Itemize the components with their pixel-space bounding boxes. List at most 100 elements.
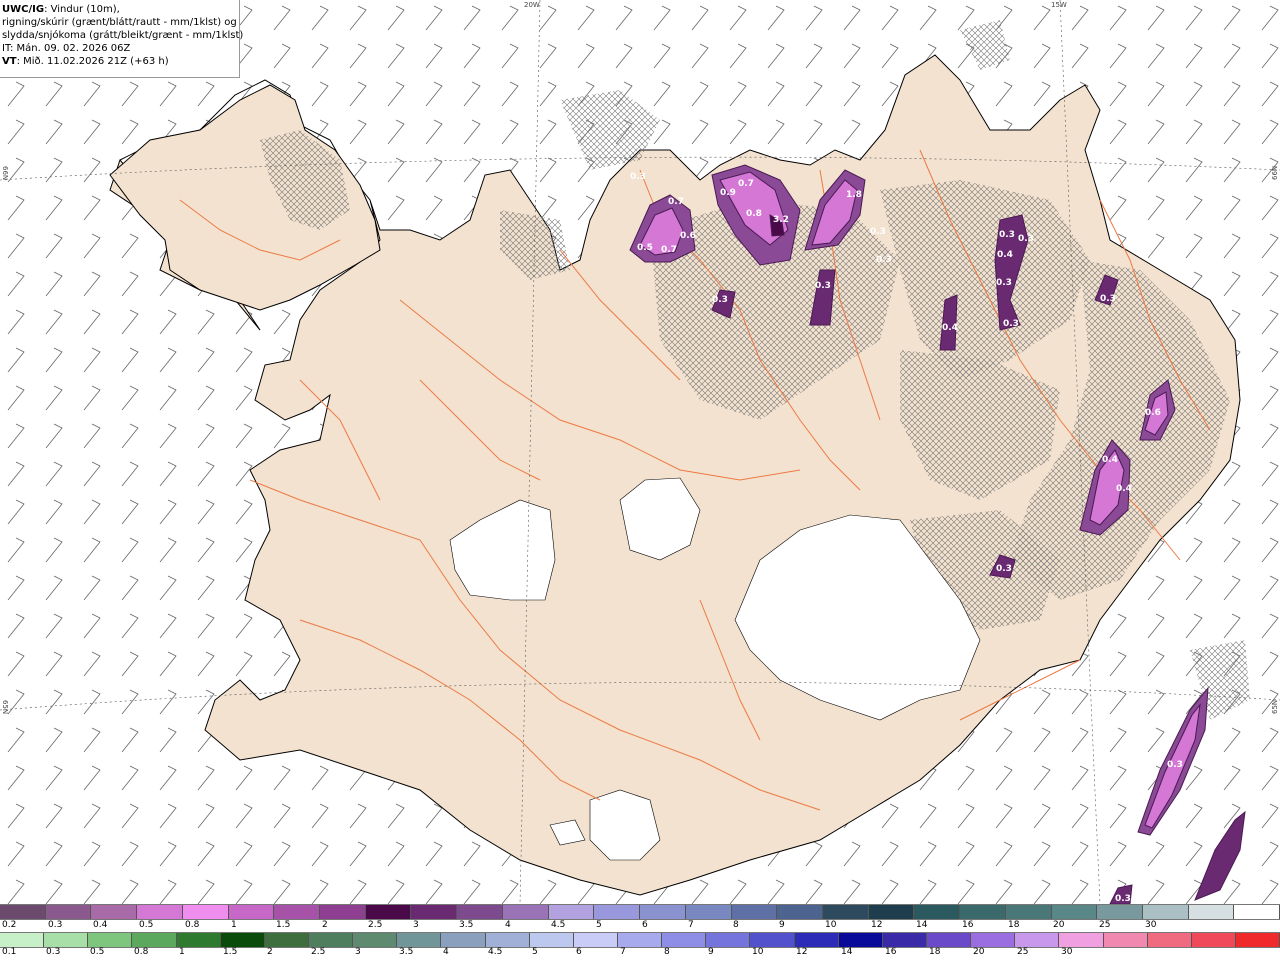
grid-label-65n-right: 65N <box>1271 699 1279 714</box>
colorbar-swatch <box>320 905 366 919</box>
colorbar-tick: 3 <box>355 947 361 957</box>
snow-label: 0.3 <box>712 295 728 305</box>
snow-label: 0.3 <box>1003 319 1019 329</box>
colorbar-swatch <box>1097 905 1143 919</box>
colorbar-tick: 18 <box>1008 920 1020 930</box>
colorbar-swatch <box>750 933 795 947</box>
colorbar-swatch <box>971 933 1016 947</box>
colorbar-swatch <box>0 905 46 919</box>
colorbar-swatch <box>731 905 778 919</box>
colorbar-tick: 16 <box>962 920 974 930</box>
colorbar-swatch <box>914 905 961 919</box>
snow-label: 3.2 <box>773 215 789 225</box>
colorbar-swatch <box>1235 933 1280 947</box>
colorbar-swatch <box>228 905 275 919</box>
colorbar-swatch <box>822 905 869 919</box>
colorbar-tick: 4 <box>505 920 511 930</box>
colorbar-swatch <box>1188 905 1235 919</box>
colorbar-swatch <box>308 933 354 947</box>
snow-colorbar-ticks: 0.2 0.3 0.4 0.5 0.8 1 1.5 2 2.5 3 3.5 4 4.5 5 6 7 8 9 10 12… <box>0 920 1280 932</box>
colorbar-swatch <box>1059 933 1104 947</box>
colorbar-swatch <box>617 933 663 947</box>
colorbar-tick: 0.5 <box>139 920 154 930</box>
colorbar-tick: 3.5 <box>399 947 414 957</box>
colorbar-tick: 7 <box>688 920 694 930</box>
colorbar-tick: 9 <box>779 920 785 930</box>
colorbar-swatch <box>182 905 229 919</box>
colorbar-tick: 12 <box>871 920 883 930</box>
header-line1: : Vindur (10m), <box>44 4 120 15</box>
colorbar-tick: 8 <box>733 920 739 930</box>
grid-label-66n-right: 66N <box>1271 165 1279 180</box>
rain-colorbar-ticks: 0.1 0.3 0.5 0.8 1 1.5 2 2.5 3 3.5 4 4.5 5 6 7 8 9 10 12 14 1… <box>0 947 1280 959</box>
snow-label: 0.5 <box>637 243 653 253</box>
colorbar-tick: 0.2 <box>2 920 17 930</box>
colorbar-tick: 1 <box>231 920 237 930</box>
colorbar-swatch <box>397 933 442 947</box>
colorbar-tick: 4.5 <box>488 947 503 957</box>
snow-label: 0.3 <box>876 255 892 265</box>
grid-label-66n-left: 66N <box>1 166 9 181</box>
colorbar-tick: 18 <box>929 947 941 957</box>
snow-label: 0.3 <box>996 564 1012 574</box>
valid-time: : Mið. 11.02.2026 21Z (+63 h) <box>16 56 169 67</box>
rain-colorbar <box>0 932 1280 948</box>
colorbar-swatch <box>220 933 265 947</box>
colorbar-tick: 0.1 <box>2 947 17 957</box>
snow-label: 0.7 <box>738 179 754 189</box>
colorbar-swatch <box>777 905 823 919</box>
snow-label: 0.3 <box>996 278 1012 288</box>
colorbar-swatch <box>685 905 732 919</box>
legend: 0.2 0.3 0.4 0.5 0.8 1 1.5 2 2.5 3 3.5 4 4.5 5 6 7 8 9 10 12… <box>0 904 1280 960</box>
colorbar-tick: 14 <box>841 947 853 957</box>
colorbar-tick: 4.5 <box>551 920 566 930</box>
colorbar-tick: 16 <box>885 947 897 957</box>
colorbar-swatch <box>411 905 458 919</box>
snow-label: 0.8 <box>746 209 762 219</box>
colorbar-tick: 7 <box>620 947 626 957</box>
colorbar-swatch <box>137 905 183 919</box>
colorbar-tick: 5 <box>596 920 602 930</box>
colorbar-swatch <box>1142 905 1189 919</box>
colorbar-swatch <box>1147 933 1192 947</box>
snow-label: 0.9 <box>720 188 736 198</box>
colorbar-tick: 10 <box>752 947 764 957</box>
colorbar-tick: 2 <box>322 920 328 930</box>
colorbar-tick: 8 <box>664 947 670 957</box>
colorbar-tick: 0.3 <box>48 920 63 930</box>
colorbar-swatch <box>1234 905 1280 919</box>
snow-label: 0.4 <box>997 250 1013 260</box>
colorbar-tick: 3 <box>413 920 419 930</box>
colorbar-tick: 30 <box>1061 947 1073 957</box>
colorbar-swatch <box>662 933 707 947</box>
colorbar-tick: 1.5 <box>276 920 291 930</box>
colorbar-tick: 4 <box>443 947 449 957</box>
colorbar-swatch <box>457 905 503 919</box>
grid-label-20w: 20W <box>524 1 540 9</box>
header-line2: rigning/skúrir (grænt/blátt/rautt - mm/1… <box>2 17 237 28</box>
colorbar-swatch <box>0 933 45 947</box>
colorbar-tick: 2.5 <box>311 947 326 957</box>
colorbar-swatch <box>794 933 839 947</box>
snow-colorbar <box>0 904 1280 920</box>
colorbar-tick: 0.8 <box>185 920 200 930</box>
colorbar-tick: 0.5 <box>90 947 105 957</box>
colorbar-swatch <box>264 933 309 947</box>
colorbar-swatch <box>706 933 751 947</box>
snow-label: 0.7 <box>661 245 677 255</box>
colorbar-tick: 25 <box>1099 920 1111 930</box>
snow-label: 0.3 <box>870 227 886 237</box>
colorbar-tick: 10 <box>825 920 837 930</box>
colorbar-swatch <box>353 933 398 947</box>
map-info-box: UWC/IG: Vindur (10m), rigning/skúrir (gr… <box>0 0 243 78</box>
colorbar-swatch <box>529 933 574 947</box>
colorbar-tick: 2.5 <box>368 920 383 930</box>
snow-label: 0.3 <box>1100 294 1116 304</box>
colorbar-tick: 9 <box>708 947 714 957</box>
colorbar-tick: 0.8 <box>134 947 149 957</box>
snow-label: 0.7 <box>668 197 684 207</box>
colorbar-swatch <box>45 905 92 919</box>
colorbar-swatch <box>485 933 530 947</box>
colorbar-swatch <box>1103 933 1148 947</box>
colorbar-swatch <box>274 905 321 919</box>
